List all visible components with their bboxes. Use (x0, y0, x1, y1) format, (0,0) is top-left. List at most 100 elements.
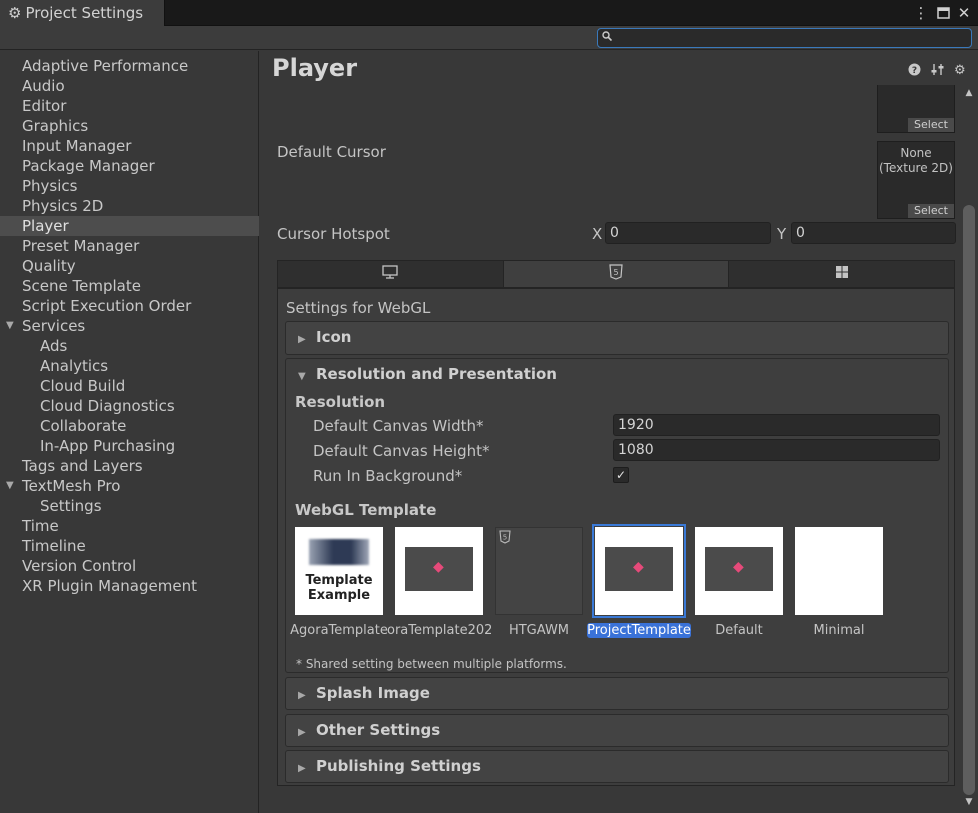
title-bar: ⚙ Project Settings ⋮ ✕ (0, 0, 978, 26)
gear-icon: ⚙ (8, 4, 22, 22)
sidebar-item-version-control[interactable]: Version Control (0, 556, 259, 576)
sidebar-item-editor[interactable]: Editor (0, 96, 259, 116)
hotspot-x-input[interactable]: 0 (605, 222, 771, 244)
preset-icon[interactable] (931, 63, 945, 80)
hotspot-y-input[interactable]: 0 (791, 222, 956, 244)
canvas-height-input[interactable]: 1080 (613, 439, 940, 461)
template-name: ProjectTemplate (587, 623, 691, 638)
page-title: Player (272, 54, 358, 82)
template-thumbnail: ◆ (592, 524, 686, 618)
search-input[interactable] (597, 28, 972, 48)
expanded-arrow-icon: ▼ (298, 371, 306, 382)
sidebar-item-preset-manager[interactable]: Preset Manager (0, 236, 259, 256)
sidebar-item-script-execution-order[interactable]: Script Execution Order (0, 296, 259, 316)
html5-icon: 5 (499, 530, 511, 548)
project-settings-tab[interactable]: ⚙ Project Settings (0, 0, 165, 26)
sidebar-item-analytics[interactable]: Analytics (0, 356, 259, 376)
canvas-width-input[interactable]: 1920 (613, 414, 940, 436)
maximize-icon[interactable] (933, 3, 953, 23)
template-thumbnail: Template Example (295, 527, 383, 615)
template-thumbnail: ◆ (695, 527, 783, 615)
resolution-and-presentation-foldout: ▼ Resolution and Presentation Resolution … (285, 358, 949, 673)
sidebar-item-ads[interactable]: Ads (0, 336, 259, 356)
sidebar-item-cloud-diagnostics[interactable]: Cloud Diagnostics (0, 396, 259, 416)
sidebar-item-audio[interactable]: Audio (0, 76, 259, 96)
sidebar-item-collaborate[interactable]: Collaborate (0, 416, 259, 436)
search-icon (602, 30, 613, 44)
sidebar-item-physics-2d[interactable]: Physics 2D (0, 196, 259, 216)
sidebar-item-player[interactable]: Player (0, 216, 259, 236)
resolution-subheading: Resolution (295, 393, 386, 411)
select-button[interactable]: Select (908, 118, 954, 132)
svg-text:5: 5 (503, 534, 507, 542)
sidebar-item-adaptive-performance[interactable]: Adaptive Performance (0, 56, 259, 76)
unity-logo-icon: ◆ (433, 559, 444, 575)
publishing-settings-foldout[interactable]: ▶ Publishing Settings (285, 750, 949, 783)
tab-webgl[interactable]: 5 (503, 261, 730, 287)
resolution-foldout-header[interactable]: ▼ Resolution and Presentation (298, 365, 557, 383)
monitor-icon (382, 265, 398, 283)
run-in-background-label: Run In Background* (313, 467, 463, 485)
settings-sidebar: Adaptive Performance Audio Editor Graphi… (0, 51, 259, 813)
settings-gear-icon[interactable]: ⚙ (954, 63, 966, 78)
sidebar-item-textmesh-pro[interactable]: ▼ TextMesh Pro (0, 476, 259, 496)
hotspot-y-label: Y (777, 225, 787, 243)
platform-tab-bar: 5 (277, 260, 955, 288)
sidebar-item-graphics[interactable]: Graphics (0, 116, 259, 136)
sidebar-item-scene-template[interactable]: Scene Template (0, 276, 259, 296)
template-name: Minimal (813, 623, 865, 638)
sidebar-item-timeline[interactable]: Timeline (0, 536, 259, 556)
collapsed-arrow-icon: ▶ (298, 727, 306, 738)
sidebar-item-input-manager[interactable]: Input Manager (0, 136, 259, 156)
texture-slot-previous[interactable]: Select (877, 85, 955, 133)
template-name: HTGAWM (508, 623, 570, 638)
scrollbar-thumb[interactable] (963, 205, 975, 795)
player-settings-panel: Player ? ⚙ Select Default Cursor None (T… (260, 51, 978, 813)
canvas-width-label: Default Canvas Width* (313, 417, 484, 435)
run-in-background-checkbox[interactable]: ✓ (613, 467, 629, 483)
template-name: Default (715, 623, 763, 638)
close-icon[interactable]: ✕ (954, 3, 974, 23)
template-thumbnail (795, 527, 883, 615)
scroll-down-icon[interactable]: ▼ (962, 797, 976, 807)
svg-text:?: ? (912, 66, 917, 76)
collapsed-arrow-icon: ▶ (298, 763, 306, 774)
select-button[interactable]: Select (908, 204, 954, 218)
unity-logo-icon: ◆ (733, 559, 744, 575)
sidebar-item-textmesh-settings[interactable]: Settings (0, 496, 259, 516)
icon-foldout[interactable]: ▶ Icon (285, 321, 949, 355)
tab-standalone[interactable] (278, 261, 504, 287)
other-settings-foldout[interactable]: ▶ Other Settings (285, 714, 949, 747)
canvas-height-label: Default Canvas Height* (313, 442, 490, 460)
scroll-up-icon[interactable]: ▲ (962, 88, 976, 98)
expand-arrow-icon[interactable]: ▼ (6, 316, 14, 336)
hotspot-x-label: X (592, 225, 603, 243)
more-options-icon[interactable]: ⋮ (911, 3, 931, 23)
tab-windows[interactable] (729, 261, 954, 287)
sidebar-item-xr-plugin-management[interactable]: XR Plugin Management (0, 576, 259, 596)
cursor-hotspot-label: Cursor Hotspot (277, 225, 390, 243)
sidebar-item-in-app-purchasing[interactable]: In-App Purchasing (0, 436, 259, 456)
template-name: oraTemplate202 (387, 623, 491, 638)
settings-for-label: Settings for WebGL (286, 299, 431, 317)
collapsed-arrow-icon: ▶ (298, 334, 306, 345)
default-cursor-label: Default Cursor (277, 143, 386, 161)
template-thumbnail: ◆ (395, 527, 483, 615)
unity-logo-icon: ◆ (633, 559, 644, 575)
expand-arrow-icon[interactable]: ▼ (6, 476, 14, 496)
template-thumbnail: 5 (495, 527, 583, 615)
help-icon[interactable]: ? (908, 63, 921, 80)
windows-icon (835, 265, 849, 283)
sidebar-item-quality[interactable]: Quality (0, 256, 259, 276)
sidebar-item-time[interactable]: Time (0, 516, 259, 536)
sidebar-item-services[interactable]: ▼ Services (0, 316, 259, 336)
splash-image-foldout[interactable]: ▶ Splash Image (285, 677, 949, 710)
svg-text:5: 5 (613, 268, 618, 277)
webgl-template-heading: WebGL Template (295, 501, 437, 519)
sidebar-item-cloud-build[interactable]: Cloud Build (0, 376, 259, 396)
sidebar-item-package-manager[interactable]: Package Manager (0, 156, 259, 176)
sidebar-item-tags-and-layers[interactable]: Tags and Layers (0, 456, 259, 476)
default-cursor-texture-slot[interactable]: None (Texture 2D) Select (877, 141, 955, 219)
collapsed-arrow-icon: ▶ (298, 690, 306, 701)
sidebar-item-physics[interactable]: Physics (0, 176, 259, 196)
